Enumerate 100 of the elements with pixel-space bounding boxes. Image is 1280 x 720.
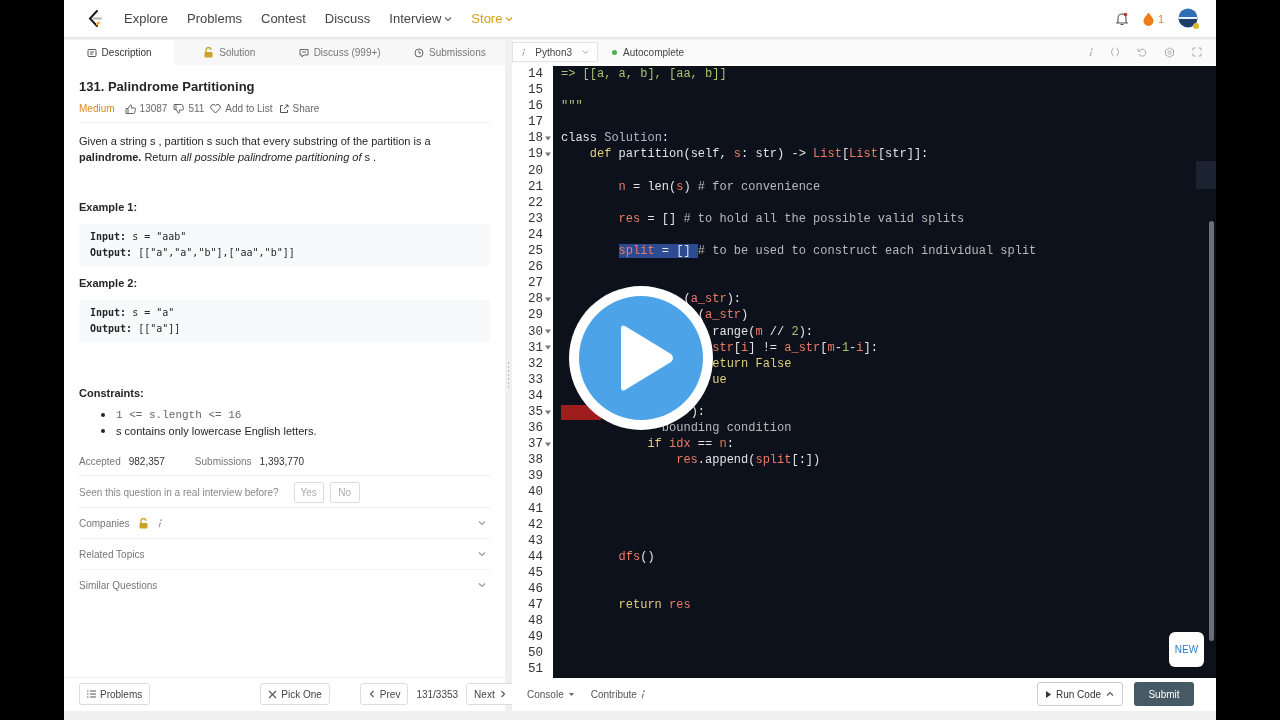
fire-icon[interactable] bbox=[1142, 11, 1154, 26]
line-number: 35 bbox=[528, 403, 543, 421]
line-number: 18 bbox=[528, 130, 543, 147]
tab[interactable]: Solution bbox=[174, 40, 285, 65]
section-toggle[interactable]: Similar Questions bbox=[79, 579, 158, 591]
chevron-up-icon bbox=[1106, 690, 1114, 699]
dislike-button[interactable]: 511 bbox=[173, 103, 205, 114]
section-toggle[interactable]: Companies bbox=[79, 517, 130, 529]
fold-arrow-icon[interactable] bbox=[545, 296, 551, 302]
fold-arrow-icon[interactable] bbox=[545, 152, 551, 157]
line-number: 39 bbox=[528, 468, 543, 485]
line-number: 34 bbox=[528, 387, 543, 404]
language-select[interactable]: Python3 bbox=[512, 42, 598, 62]
line-number: 48 bbox=[528, 613, 543, 630]
example-heading: Example 2: bbox=[79, 277, 139, 289]
logo-icon[interactable] bbox=[88, 10, 102, 27]
fold-arrow-icon[interactable] bbox=[545, 409, 551, 415]
chevron-down-icon bbox=[478, 581, 486, 589]
code-line: ue bbox=[712, 372, 727, 387]
code-line: """ bbox=[561, 99, 583, 114]
submit-button[interactable]: Submit bbox=[1134, 682, 1194, 707]
tab[interactable]: Discuss (999+) bbox=[284, 40, 395, 65]
info-icon bbox=[639, 689, 645, 699]
example-block: Input: s = "a" Output: [["a"]] bbox=[79, 300, 490, 342]
prev-button[interactable]: Prev bbox=[359, 683, 409, 706]
line-number: 20 bbox=[528, 162, 543, 179]
code-line: split = [] # to be used to construct each individual split bbox=[618, 244, 1037, 259]
line-number: 44 bbox=[528, 548, 543, 565]
line-number: 40 bbox=[528, 484, 543, 501]
line-number: 27 bbox=[528, 275, 543, 292]
heart-icon bbox=[210, 103, 222, 114]
example-block: Input: s = "aab" Output: [["a","a","b"],["aa","b"]] bbox=[79, 224, 490, 266]
chevron-right-icon bbox=[498, 690, 507, 699]
autocomplete-toggle[interactable]: Autocomplete bbox=[612, 46, 685, 58]
pick-one-button[interactable]: Pick One bbox=[260, 683, 330, 706]
chevron-left-icon bbox=[367, 690, 376, 699]
thumbs-up-icon bbox=[124, 103, 136, 114]
fold-arrow-icon[interactable] bbox=[545, 441, 551, 447]
contribute-link[interactable]: Contribute bbox=[590, 688, 645, 700]
code-line: if idx == n: bbox=[647, 437, 734, 452]
nav-link[interactable]: Contest bbox=[261, 11, 306, 26]
line-number: 41 bbox=[528, 500, 543, 517]
fold-arrow-icon[interactable] bbox=[545, 135, 551, 141]
line-number: 23 bbox=[528, 210, 543, 227]
chevron-down-icon bbox=[478, 550, 486, 558]
line-number: 36 bbox=[528, 420, 543, 437]
nav-link[interactable]: Discuss bbox=[324, 11, 371, 26]
line-number: 45 bbox=[528, 564, 543, 581]
constraints-heading: Constraints: bbox=[79, 387, 145, 399]
line-number: 15 bbox=[528, 82, 543, 99]
constraint-text: s contains only lowercase English letters. bbox=[116, 424, 317, 439]
line-number: 50 bbox=[528, 645, 543, 662]
line-number: 16 bbox=[528, 98, 543, 115]
line-number: 30 bbox=[528, 323, 543, 340]
line-number: 51 bbox=[528, 661, 543, 678]
line-number: 47 bbox=[528, 597, 543, 614]
chevron-down-icon bbox=[505, 14, 514, 23]
run-code-button[interactable]: Run Code bbox=[1036, 682, 1123, 707]
code-line: class Solution: bbox=[561, 131, 670, 146]
chat-icon bbox=[298, 47, 309, 58]
code-line: res.append(split[:]) bbox=[676, 453, 821, 468]
avatar[interactable] bbox=[1178, 7, 1200, 30]
line-number: 42 bbox=[528, 516, 543, 533]
caret-down-icon bbox=[582, 48, 589, 56]
streak-count: 1 bbox=[1157, 12, 1164, 25]
fold-arrow-icon[interactable] bbox=[545, 345, 551, 351]
interview-question: Seen this question in a real interview before? bbox=[79, 487, 279, 498]
bullet-icon bbox=[101, 413, 105, 417]
bell-icon[interactable] bbox=[1114, 11, 1129, 26]
next-button[interactable]: Next bbox=[466, 683, 515, 706]
example-heading: Example 1: bbox=[79, 201, 139, 213]
console-toggle[interactable]: Console bbox=[527, 688, 574, 700]
line-number: 43 bbox=[528, 532, 543, 549]
new-button[interactable]: NEW bbox=[1169, 632, 1204, 667]
tab[interactable]: Description bbox=[64, 40, 175, 65]
problems-button[interactable]: Problems bbox=[79, 683, 151, 706]
nav-menu[interactable]: Interview bbox=[389, 11, 453, 26]
scrollbar[interactable] bbox=[1209, 221, 1214, 641]
problem-title: 131. Palindrome Partitioning bbox=[79, 79, 256, 94]
line-number: 26 bbox=[528, 259, 543, 276]
action-link[interactable]: Share bbox=[278, 103, 320, 114]
tab[interactable]: Submissions bbox=[394, 40, 505, 65]
line-number: 33 bbox=[528, 371, 543, 388]
line-number: 31 bbox=[528, 339, 543, 356]
fold-arrow-icon[interactable] bbox=[545, 329, 551, 335]
section-toggle[interactable]: Related Topics bbox=[79, 548, 145, 560]
stat-value: 1,393,770 bbox=[259, 456, 305, 467]
action-link[interactable]: Add to List bbox=[210, 103, 273, 114]
line-number: 25 bbox=[528, 243, 543, 260]
caret-down-icon bbox=[568, 692, 574, 696]
nav-link[interactable]: Explore bbox=[124, 11, 169, 26]
code-line: bounding condition bbox=[661, 421, 792, 436]
like-button[interactable]: 13087 bbox=[124, 103, 168, 114]
code-line: n = len(s) # for convenience bbox=[618, 179, 821, 194]
nav-link[interactable]: Problems bbox=[187, 11, 242, 26]
line-number: 24 bbox=[528, 226, 543, 244]
line-number: 19 bbox=[528, 146, 543, 163]
info-icon bbox=[156, 518, 162, 528]
code-line: return res bbox=[618, 598, 691, 613]
resize-handle[interactable] bbox=[507, 362, 510, 389]
